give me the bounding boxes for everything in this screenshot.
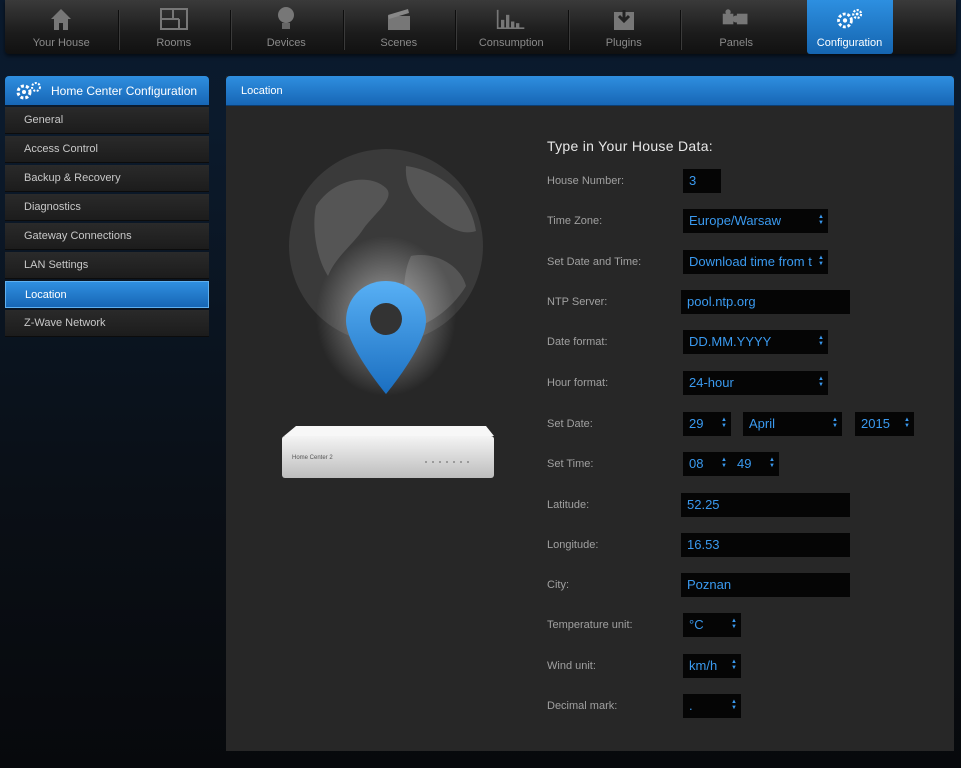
set-date-row: Set Date: 29 April 2015 bbox=[547, 412, 947, 442]
nav-label: Configuration bbox=[816, 37, 883, 49]
nav-label: Devices bbox=[266, 37, 306, 49]
sidebar-item-label: Z-Wave Network bbox=[24, 317, 106, 329]
minute-select[interactable]: 49 bbox=[731, 452, 779, 476]
nav-plugins[interactable]: Plugins bbox=[567, 0, 681, 54]
decimal-mark-select[interactable]: . bbox=[683, 694, 741, 718]
sidebar-item-label: General bbox=[24, 114, 64, 126]
panel-header: Location bbox=[226, 76, 954, 106]
sidebar-item-backup-recovery[interactable]: Backup & Recovery bbox=[5, 165, 209, 192]
sidebar-item-access-control[interactable]: Access Control bbox=[5, 136, 209, 163]
nav-rooms[interactable]: Rooms bbox=[117, 0, 231, 54]
nav-label: Scenes bbox=[380, 37, 418, 49]
nav-label: Consumption bbox=[478, 37, 544, 49]
set-date-label: Set Date: bbox=[547, 418, 593, 430]
sidebar-item-general[interactable]: General bbox=[5, 107, 209, 134]
set-date-time-row: Set Date and Time: Download time from t bbox=[547, 250, 947, 280]
location-panel: Location Home Center 2 Type in Your Hous… bbox=[226, 76, 954, 751]
decimal-mark-row: Decimal mark: . bbox=[547, 694, 947, 724]
longitude-input[interactable]: 16.53 bbox=[681, 533, 850, 557]
year-select[interactable]: 2015 bbox=[855, 412, 914, 436]
nav-scenes[interactable]: Scenes bbox=[342, 0, 456, 54]
latitude-label: Latitude: bbox=[547, 499, 590, 511]
gears-icon bbox=[16, 81, 41, 99]
clapperboard-icon bbox=[384, 4, 414, 34]
longitude-row: Longitude: 16.53 bbox=[547, 533, 947, 563]
city-row: City: Poznan bbox=[547, 573, 947, 603]
hour-format-select[interactable]: 24-hour bbox=[683, 371, 828, 395]
sidebar-item-location[interactable]: Location bbox=[5, 281, 209, 308]
top-navigation: Your House Rooms Devices Scenes Consumpt… bbox=[5, 0, 956, 54]
house-number-row: House Number: 3 bbox=[547, 169, 947, 199]
temperature-unit-row: Temperature unit: °C bbox=[547, 613, 947, 643]
time-zone-row: Time Zone: Europe/Warsaw bbox=[547, 209, 947, 239]
set-date-time-label: Set Date and Time: bbox=[547, 256, 642, 268]
sidebar-item-lan-settings[interactable]: LAN Settings bbox=[5, 252, 209, 279]
set-time-row: Set Time: 08 49 bbox=[547, 452, 947, 482]
date-format-select[interactable]: DD.MM.YYYY bbox=[683, 330, 828, 354]
sidebar-item-label: Access Control bbox=[24, 143, 98, 155]
sidebar-item-label: Diagnostics bbox=[24, 201, 81, 213]
city-label: City: bbox=[547, 579, 569, 591]
time-zone-select[interactable]: Europe/Warsaw bbox=[683, 209, 828, 233]
wind-unit-select[interactable]: km/h bbox=[683, 654, 741, 678]
sidebar-item-gateway-connections[interactable]: Gateway Connections bbox=[5, 223, 209, 250]
sidebar-item-diagnostics[interactable]: Diagnostics bbox=[5, 194, 209, 221]
bulb-icon bbox=[271, 4, 301, 34]
nav-devices[interactable]: Devices bbox=[230, 0, 343, 54]
house-number-label: House Number: bbox=[547, 175, 625, 187]
globe-pin-illustration: Home Center 2 bbox=[282, 149, 494, 478]
decimal-mark-label: Decimal mark: bbox=[547, 700, 618, 712]
config-sidebar: Home Center Configuration General Access… bbox=[5, 76, 209, 337]
date-format-label: Date format: bbox=[547, 336, 608, 348]
month-select[interactable]: April bbox=[743, 412, 842, 436]
hour-format-label: Hour format: bbox=[547, 377, 609, 389]
set-date-time-select[interactable]: Download time from t bbox=[683, 250, 828, 274]
city-input[interactable]: Poznan bbox=[681, 573, 850, 597]
sidebar-item-label: LAN Settings bbox=[24, 259, 89, 271]
ntp-server-row: NTP Server: pool.ntp.org bbox=[547, 290, 947, 320]
temperature-unit-label: Temperature unit: bbox=[547, 619, 633, 631]
nav-label: Rooms bbox=[156, 37, 192, 49]
nav-configuration[interactable]: Configuration bbox=[806, 0, 893, 54]
panel-title: Location bbox=[241, 84, 283, 97]
wind-unit-row: Wind unit: km/h bbox=[547, 654, 947, 684]
chart-icon bbox=[496, 4, 526, 34]
download-box-icon bbox=[609, 4, 639, 34]
ntp-server-label: NTP Server: bbox=[547, 296, 608, 308]
latitude-input[interactable]: 52.25 bbox=[681, 493, 850, 517]
sidebar-item-label: Gateway Connections bbox=[24, 230, 132, 242]
form-title: Type in Your House Data: bbox=[547, 138, 713, 154]
nav-label: Panels bbox=[719, 37, 754, 49]
sidebar-item-label: Location bbox=[25, 288, 67, 301]
wind-unit-label: Wind unit: bbox=[547, 660, 596, 672]
hour-select[interactable]: 08 bbox=[683, 452, 731, 476]
day-select[interactable]: 29 bbox=[683, 412, 731, 436]
nav-label: Your House bbox=[32, 37, 90, 49]
nav-your-house[interactable]: Your House bbox=[5, 0, 118, 54]
gears-icon bbox=[835, 4, 865, 34]
house-icon bbox=[46, 4, 76, 34]
nav-consumption[interactable]: Consumption bbox=[455, 0, 568, 54]
home-center-device: Home Center 2 bbox=[282, 426, 494, 478]
sidebar-header: Home Center Configuration bbox=[5, 76, 209, 105]
nav-label: Plugins bbox=[605, 37, 642, 49]
puzzle-icon bbox=[721, 4, 751, 34]
temperature-unit-select[interactable]: °C bbox=[683, 613, 741, 637]
floorplan-icon bbox=[159, 4, 189, 34]
sidebar-item-z-wave-network[interactable]: Z-Wave Network bbox=[5, 310, 209, 337]
longitude-label: Longitude: bbox=[547, 539, 599, 551]
latitude-row: Latitude: 52.25 bbox=[547, 493, 947, 523]
nav-panels[interactable]: Panels bbox=[680, 0, 793, 54]
sidebar-item-label: Backup & Recovery bbox=[24, 172, 121, 184]
time-zone-label: Time Zone: bbox=[547, 215, 603, 227]
ntp-server-input[interactable]: pool.ntp.org bbox=[681, 290, 850, 314]
hour-format-row: Hour format: 24-hour bbox=[547, 371, 947, 401]
set-time-label: Set Time: bbox=[547, 458, 594, 470]
date-format-row: Date format: DD.MM.YYYY bbox=[547, 330, 947, 360]
sidebar-title: Home Center Configuration bbox=[51, 83, 198, 98]
device-label: Home Center 2 bbox=[292, 455, 333, 461]
house-number-input[interactable]: 3 bbox=[683, 169, 721, 193]
